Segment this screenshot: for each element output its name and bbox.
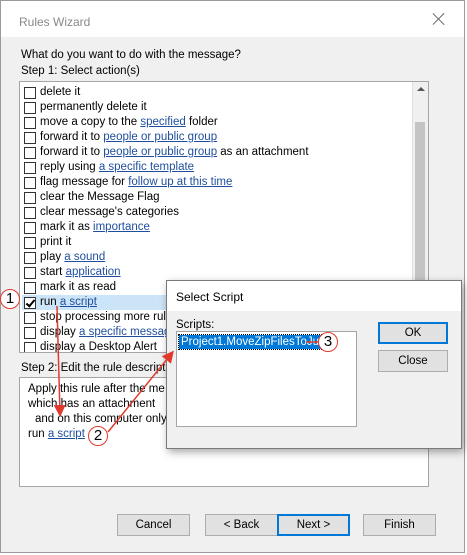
action-link[interactable]: a sound	[64, 251, 105, 263]
action-text: reply using	[40, 161, 99, 173]
action-text: print it	[40, 236, 72, 248]
step2-label: Step 2: Edit the rule descripti	[21, 362, 169, 374]
checkbox[interactable]	[24, 192, 36, 204]
action-row[interactable]: move a copy to the specified folder	[22, 115, 412, 130]
action-link[interactable]: follow up at this time	[128, 176, 232, 188]
checkbox[interactable]	[24, 207, 36, 219]
action-row[interactable]: clear the Message Flag	[22, 190, 412, 205]
desc-line-1: Apply this rule after the me	[28, 383, 165, 395]
checkbox[interactable]	[24, 237, 36, 249]
checkbox[interactable]	[24, 252, 36, 264]
title-bar: Rules Wizard	[1, 1, 464, 37]
back-button[interactable]: < Back	[205, 514, 278, 536]
action-text: move a copy to the	[40, 116, 141, 128]
ok-button[interactable]: OK	[378, 322, 448, 344]
action-row[interactable]: flag message for follow up at this time	[22, 175, 412, 190]
action-row[interactable]: print it	[22, 235, 412, 250]
select-script-title: Select Script	[176, 290, 244, 304]
action-text: clear the Message Flag	[40, 191, 160, 203]
action-text: mark it as read	[40, 281, 117, 293]
close-icon[interactable]	[432, 12, 446, 26]
checkbox-checked[interactable]	[24, 297, 36, 309]
desc-line-4: run a script	[28, 428, 85, 440]
action-link[interactable]: a script	[60, 296, 97, 308]
action-row[interactable]: play a sound	[22, 250, 412, 265]
step-marker-1: 1	[0, 289, 20, 309]
close-button[interactable]: Close	[378, 350, 448, 372]
action-link[interactable]: specified	[140, 116, 185, 128]
action-text: start	[40, 266, 66, 278]
action-text: delete it	[40, 86, 81, 98]
desc-line-3: and on this computer only	[35, 413, 167, 425]
checkbox[interactable]	[24, 222, 36, 234]
script-item-selected[interactable]: Project1.MoveZipFilesToJunk	[177, 334, 335, 350]
action-row[interactable]: permanently delete it	[22, 100, 412, 115]
step-marker-3: 3	[318, 332, 338, 352]
desc-script-link[interactable]: a script	[48, 428, 85, 440]
scroll-thumb[interactable]	[415, 122, 425, 282]
select-script-dialog: Select Script Scripts: Project1.MoveZipF…	[166, 280, 462, 449]
step-marker-2: 2	[88, 426, 108, 446]
action-text: display a Desktop Alert	[40, 341, 157, 353]
checkbox[interactable]	[24, 177, 36, 189]
scroll-up-icon[interactable]	[417, 87, 425, 91]
select-script-title-bar: Select Script	[167, 281, 461, 311]
action-text: flag message for	[40, 176, 129, 188]
prompt-text: What do you want to do with the message?	[21, 49, 241, 61]
scripts-label: Scripts:	[176, 319, 215, 331]
finish-button[interactable]: Finish	[363, 514, 436, 536]
action-text: play	[40, 251, 65, 263]
action-row[interactable]: start application	[22, 265, 412, 280]
checkbox[interactable]	[24, 282, 36, 294]
action-row[interactable]: clear message's categories	[22, 205, 412, 220]
checkbox[interactable]	[24, 102, 36, 114]
action-text: as an attachment	[217, 146, 309, 158]
action-row[interactable]: reply using a specific template	[22, 160, 412, 175]
action-text: stop processing more rul	[40, 311, 166, 323]
checkbox[interactable]	[24, 162, 36, 174]
checkbox[interactable]	[24, 267, 36, 279]
action-row[interactable]: forward it to people or public group	[22, 130, 412, 145]
action-text: display	[40, 326, 79, 338]
action-row[interactable]: mark it as importance	[22, 220, 412, 235]
action-text: run	[40, 296, 60, 308]
action-link[interactable]: importance	[93, 221, 150, 233]
action-link[interactable]: people or public group	[103, 146, 217, 158]
action-text: clear message's categories	[40, 206, 179, 218]
action-link[interactable]: a specific messag	[79, 326, 170, 338]
action-row[interactable]: forward it to people or public group as …	[22, 145, 412, 160]
cancel-button[interactable]: Cancel	[117, 514, 190, 536]
action-link[interactable]: a specific template	[99, 161, 194, 173]
checkbox[interactable]	[24, 312, 36, 324]
action-text: permanently delete it	[40, 101, 147, 113]
action-text: folder	[185, 116, 218, 128]
checkbox[interactable]	[24, 87, 36, 99]
next-button[interactable]: Next >	[277, 514, 350, 536]
desc-line-4-prefix: run	[28, 428, 48, 440]
action-text: mark it as	[40, 221, 94, 233]
action-link[interactable]: application	[66, 266, 121, 278]
checkbox[interactable]	[24, 327, 36, 339]
window-title: Rules Wizard	[19, 15, 91, 29]
checkbox[interactable]	[24, 132, 36, 144]
desc-line-2: which has an attachment	[28, 398, 156, 410]
checkbox[interactable]	[24, 342, 36, 352]
checkbox[interactable]	[24, 147, 36, 159]
checkbox[interactable]	[24, 117, 36, 129]
step1-label: Step 1: Select action(s)	[21, 65, 140, 77]
action-text: forward it to	[40, 131, 104, 143]
action-text: forward it to	[40, 146, 104, 158]
action-link[interactable]: people or public group	[103, 131, 217, 143]
action-row[interactable]: delete it	[22, 85, 412, 100]
